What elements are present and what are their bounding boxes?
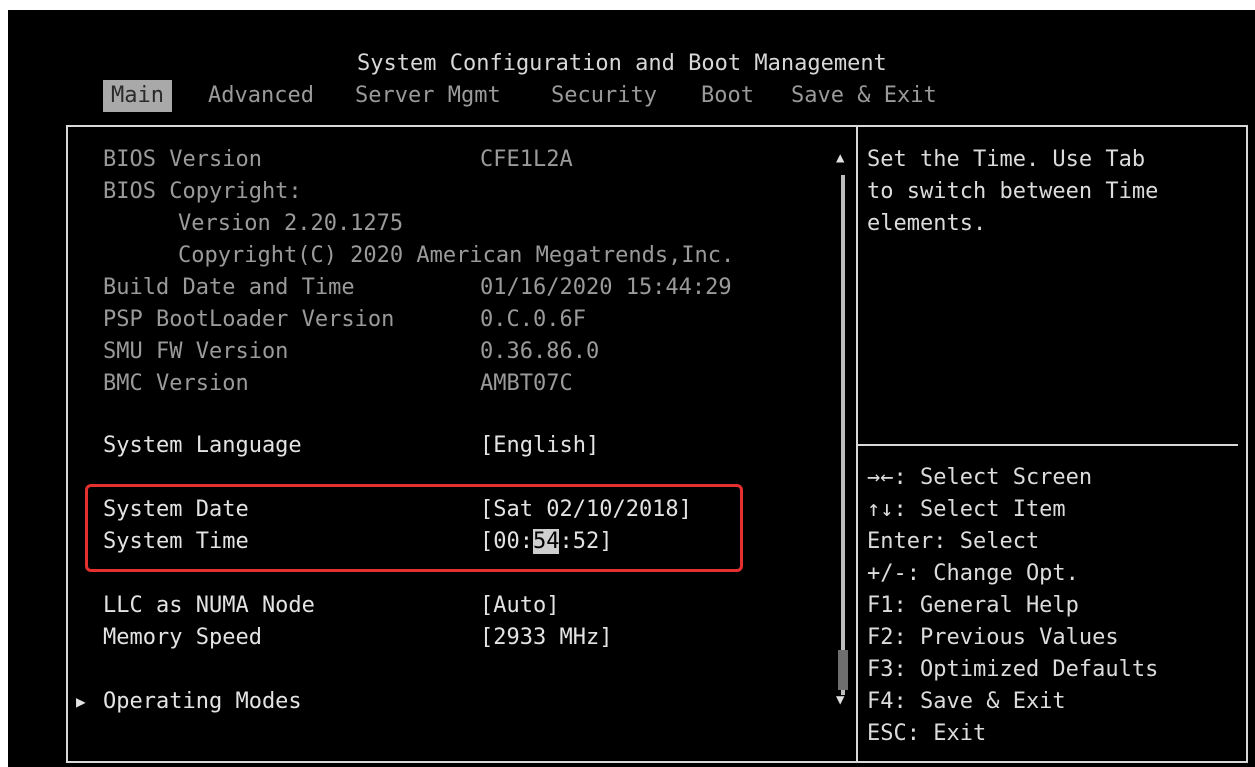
key-escape-exit: ESC: Exit [867, 721, 987, 746]
date-time-highlight-box [85, 484, 743, 572]
system-language-label: System Language [103, 433, 302, 458]
key-save-exit: F4: Save & Exit [867, 689, 1066, 714]
bios-version-label: BIOS Version [103, 147, 262, 172]
psp-version-value: 0.C.0.6F [480, 307, 586, 332]
bios-version-line: Version 2.20.1275 [178, 211, 404, 236]
bios-copyright-line: Copyright(C) 2020 American Megatrends,In… [178, 243, 735, 268]
key-general-help: F1: General Help [867, 593, 1079, 618]
scrollbar-thumb[interactable] [838, 650, 848, 690]
tab-security[interactable]: Security [551, 80, 657, 112]
tab-main[interactable]: Main [103, 80, 172, 112]
psp-version-label: PSP BootLoader Version [103, 307, 395, 332]
help-text-line-1: Set the Time. Use Tab [867, 147, 1146, 172]
tab-advanced[interactable]: Advanced [208, 80, 314, 112]
llc-numa-value[interactable]: [Auto] [480, 590, 559, 622]
key-change-option: +/-: Change Opt. [867, 561, 1079, 586]
triangle-up-icon[interactable]: ▲ [836, 150, 844, 166]
page-title: System Configuration and Boot Management [357, 51, 887, 76]
memory-speed-value[interactable]: [2933 MHz] [480, 622, 612, 654]
triangle-right-icon: ▶ [76, 692, 86, 711]
bmc-version-label: BMC Version [103, 371, 249, 396]
help-divider [858, 444, 1238, 446]
build-date-value: 01/16/2020 15:44:29 [480, 275, 732, 300]
key-select-screen: →←: Select Screen [867, 465, 1093, 490]
key-enter-select: Enter: Select [867, 529, 1040, 554]
triangle-down-icon[interactable]: ▼ [836, 692, 844, 708]
help-text-line-3: elements. [867, 211, 987, 236]
bmc-version-value: AMBT07C [480, 371, 573, 396]
bios-screen: System Configuration and Boot Management… [0, 0, 1255, 767]
tab-boot[interactable]: Boot [701, 80, 754, 112]
build-date-label: Build Date and Time [103, 275, 355, 300]
operating-modes-item[interactable]: Operating Modes [103, 686, 302, 718]
tab-save-exit[interactable]: Save & Exit [791, 80, 937, 112]
key-optimized-defaults: F3: Optimized Defaults [867, 657, 1159, 682]
system-language-value[interactable]: [English] [480, 430, 599, 462]
key-previous-values: F2: Previous Values [867, 625, 1119, 650]
bios-version-value: CFE1L2A [480, 147, 573, 172]
memory-speed-label: Memory Speed [103, 625, 262, 650]
smu-version-value: 0.36.86.0 [480, 339, 600, 364]
tab-server-mgmt[interactable]: Server Mgmt [355, 80, 501, 112]
bios-copyright-label: BIOS Copyright: [103, 179, 302, 204]
llc-numa-label: LLC as NUMA Node [103, 593, 315, 618]
help-text-line-2: to switch between Time [867, 179, 1159, 204]
smu-version-label: SMU FW Version [103, 339, 289, 364]
scrollbar-track[interactable] [841, 175, 845, 695]
key-select-item: ↑↓: Select Item [867, 497, 1066, 522]
